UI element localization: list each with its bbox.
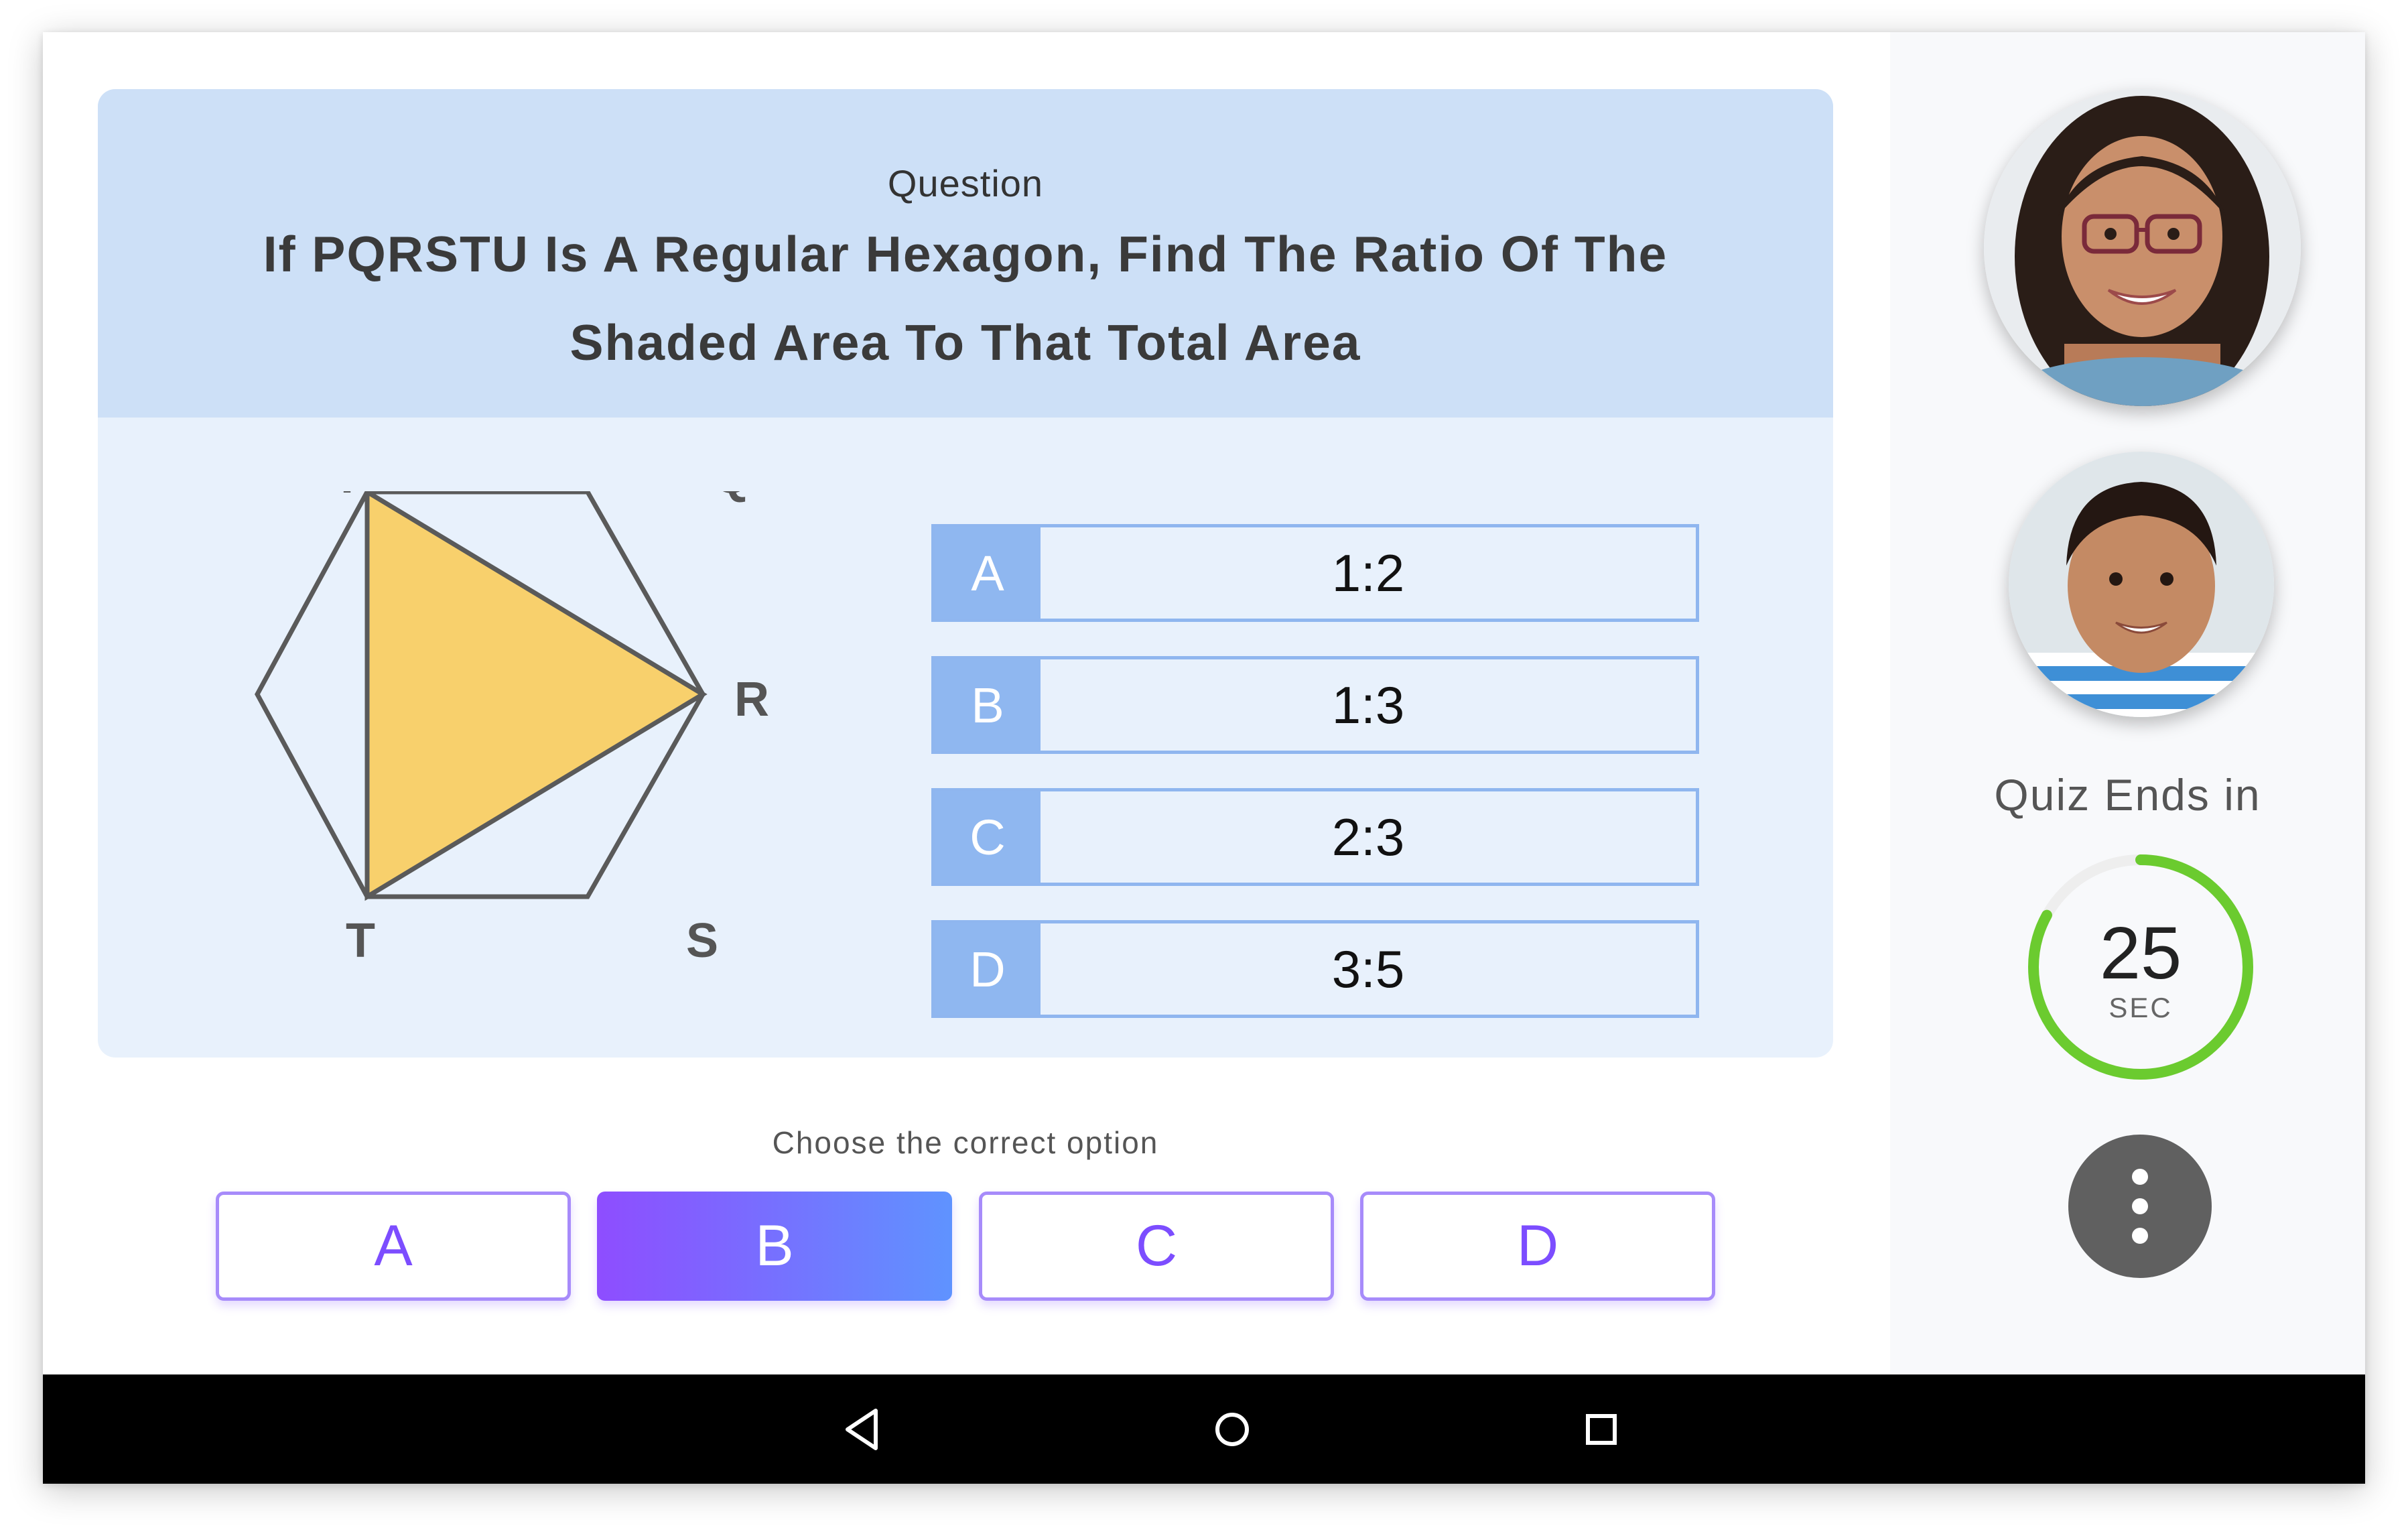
answer-button-a[interactable]: A (216, 1192, 571, 1301)
system-navigation-bar (43, 1374, 2365, 1484)
woman-portrait-icon (1984, 89, 2301, 406)
option-b-row: B 1:3 (931, 656, 1699, 754)
hexagon-figure: P Q R S T U (255, 491, 769, 968)
tablet-screen: Question If PQRSTU Is A Regular Hexagon,… (43, 32, 2365, 1484)
choose-option-prompt: Choose the correct option (772, 1125, 1159, 1160)
home-icon[interactable] (1205, 1403, 1259, 1456)
timer-value: 25 (2099, 912, 2182, 995)
recents-icon[interactable] (1575, 1403, 1628, 1456)
vertex-label-q: Q (713, 491, 750, 503)
option-c-badge: C (935, 791, 1041, 883)
vertex-label-p: P (340, 491, 373, 503)
more-vertical-icon-dot (2132, 1169, 2148, 1185)
option-a-value: 1:2 (1331, 543, 1405, 602)
timer-unit: SEC (2109, 992, 2173, 1023)
option-d-value: 3:5 (1331, 939, 1405, 999)
vertex-label-s: S (686, 914, 718, 968)
option-b-value: 1:3 (1331, 675, 1405, 734)
option-d-badge: D (935, 923, 1041, 1015)
shaded-triangle (364, 491, 708, 901)
question-text: If PQRSTU Is A Regular Hexagon, Find The… (263, 226, 1668, 371)
option-d-row: D 3:5 (931, 920, 1699, 1018)
question-header: Question If PQRSTU Is A Regular Hexagon,… (98, 89, 1833, 418)
more-options-button[interactable] (2068, 1135, 2212, 1278)
participant-woman-avatar (1984, 89, 2301, 406)
answer-button-d[interactable]: D (1360, 1192, 1715, 1301)
boy-portrait-icon (2009, 452, 2274, 717)
option-b-badge: B (935, 659, 1041, 751)
answer-button-c[interactable]: C (979, 1192, 1334, 1301)
more-vertical-icon-dot (2132, 1198, 2148, 1214)
answer-button-b[interactable]: B (597, 1192, 952, 1301)
vertex-label-t: T (346, 914, 375, 968)
option-c-row: C 2:3 (931, 788, 1699, 886)
participant-boy-avatar (2009, 452, 2274, 717)
option-a-badge: A (935, 527, 1041, 619)
vertex-label-r: R (734, 673, 769, 726)
option-c-value: 2:3 (1331, 807, 1405, 867)
question-card: Question If PQRSTU Is A Regular Hexagon,… (98, 89, 1833, 1058)
option-a-row: A 1:2 (931, 524, 1699, 622)
more-vertical-icon-dot (2132, 1228, 2148, 1244)
question-label: Question (887, 162, 1044, 204)
back-icon[interactable] (835, 1403, 889, 1456)
timer-title: Quiz Ends in (1994, 770, 2261, 820)
